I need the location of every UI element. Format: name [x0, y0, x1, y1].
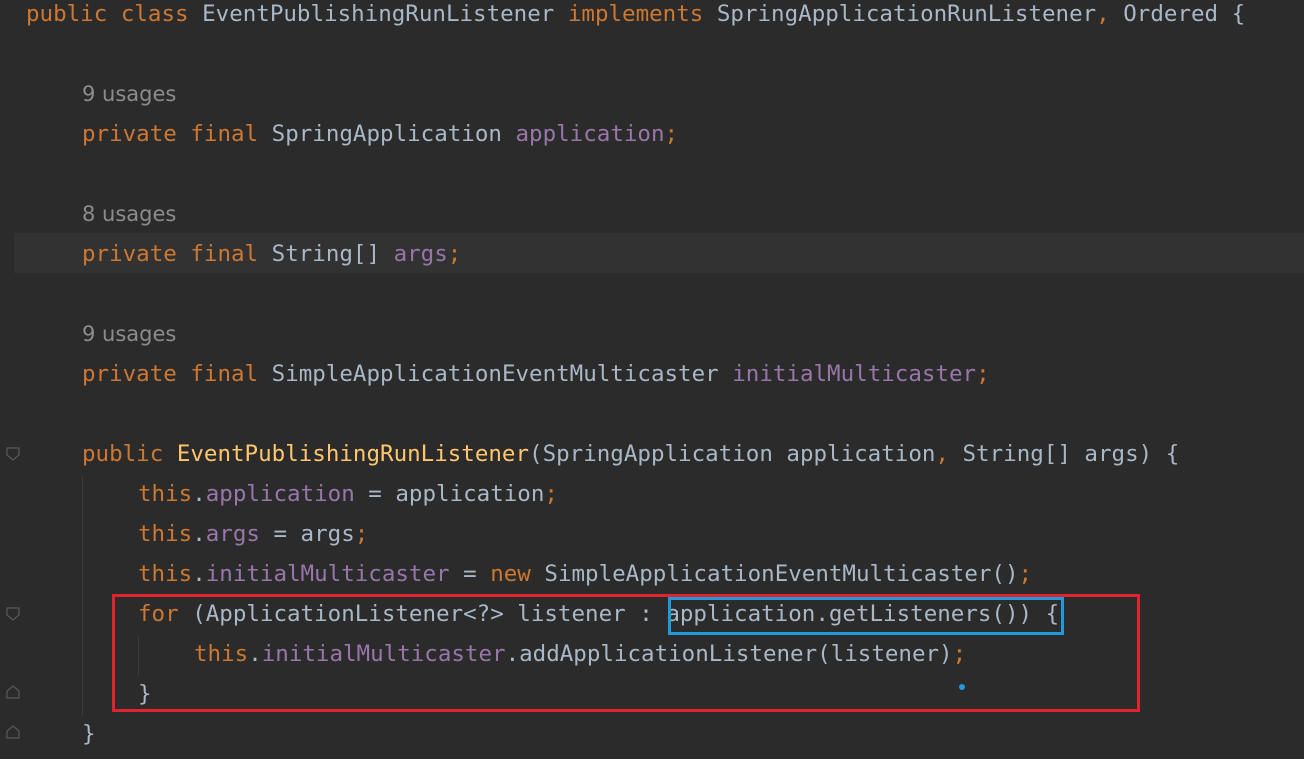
field-name: initialMulticaster: [732, 361, 977, 387]
fold-collapse-icon[interactable]: [6, 447, 20, 461]
blue-highlight-box: [668, 597, 1064, 635]
fold-end-icon[interactable]: [6, 725, 20, 739]
code-line-assign-multicaster: this.initialMulticaster = new SimpleAppl…: [138, 554, 1032, 594]
punctuation: ;: [447, 241, 462, 267]
constructor-name: EventPublishingRunListener: [176, 441, 530, 467]
punctuation: ,: [935, 441, 963, 467]
field-name: initialMulticaster: [205, 561, 450, 587]
usages-inlay-hint[interactable]: 9 usages: [82, 74, 176, 114]
keyword: this: [138, 481, 193, 507]
parameters: String[] args) {: [962, 441, 1180, 467]
code-editor[interactable]: public class EventPublishingRunListener …: [0, 0, 1304, 759]
punctuation: ,: [1096, 1, 1124, 27]
code-line-field-multicaster: private final SimpleApplicationEventMult…: [82, 354, 990, 394]
keyword: implements: [567, 1, 717, 27]
usages-inlay-hint[interactable]: 8 usages: [82, 194, 176, 234]
keyword: new: [490, 561, 545, 587]
punctuation: .: [192, 561, 206, 587]
expression: = application: [354, 481, 545, 507]
parameters: (SpringApplication application: [529, 441, 936, 467]
field-name: application: [515, 121, 665, 147]
code-line-constructor: public EventPublishingRunListener(Spring…: [82, 434, 1179, 474]
punctuation: ;: [544, 481, 558, 507]
field-name: application: [205, 481, 355, 507]
code-line-close-brace: }: [82, 721, 96, 747]
punctuation: ;: [1018, 561, 1033, 587]
expression: SimpleApplicationEventMulticaster(): [544, 561, 1019, 587]
keyword: this: [138, 521, 193, 547]
punctuation: ;: [354, 521, 369, 547]
type-name: SpringApplication: [271, 121, 516, 147]
keyword: this: [138, 561, 193, 587]
expression: = args: [259, 521, 355, 547]
field-name: args: [205, 521, 260, 547]
code-line-field-application: private final SpringApplication applicat…: [82, 114, 678, 154]
interface-name: SpringApplicationRunListener: [716, 1, 1097, 27]
keyword: private final: [82, 121, 272, 147]
class-name: EventPublishingRunListener: [202, 1, 568, 27]
fold-end-icon[interactable]: [6, 685, 20, 699]
field-name: args: [393, 241, 448, 267]
keyword: public class: [26, 1, 203, 27]
type-name: SimpleApplicationEventMulticaster: [271, 361, 733, 387]
fold-collapse-icon[interactable]: [6, 607, 20, 621]
type-name: String[]: [271, 241, 394, 267]
editor-gutter: [0, 0, 26, 759]
code-line-assign-application: this.application = application;: [138, 474, 558, 514]
keyword: private final: [82, 241, 272, 267]
operator: =: [449, 561, 491, 587]
usages-inlay-hint[interactable]: 9 usages: [82, 314, 176, 354]
indent-guide: [82, 476, 83, 716]
punctuation: .: [192, 521, 206, 547]
blue-dot-marker: [959, 684, 965, 690]
code-line-assign-args: this.args = args;: [138, 514, 368, 554]
interface-name: Ordered {: [1123, 1, 1246, 27]
code-line-field-args: private final String[] args;: [82, 234, 461, 274]
keyword: private final: [82, 361, 272, 387]
punctuation: ;: [664, 121, 679, 147]
punctuation: .: [192, 481, 206, 507]
code-line-class-declaration: public class EventPublishingRunListener …: [26, 0, 1245, 34]
keyword: public: [82, 441, 177, 467]
punctuation: ;: [976, 361, 990, 387]
